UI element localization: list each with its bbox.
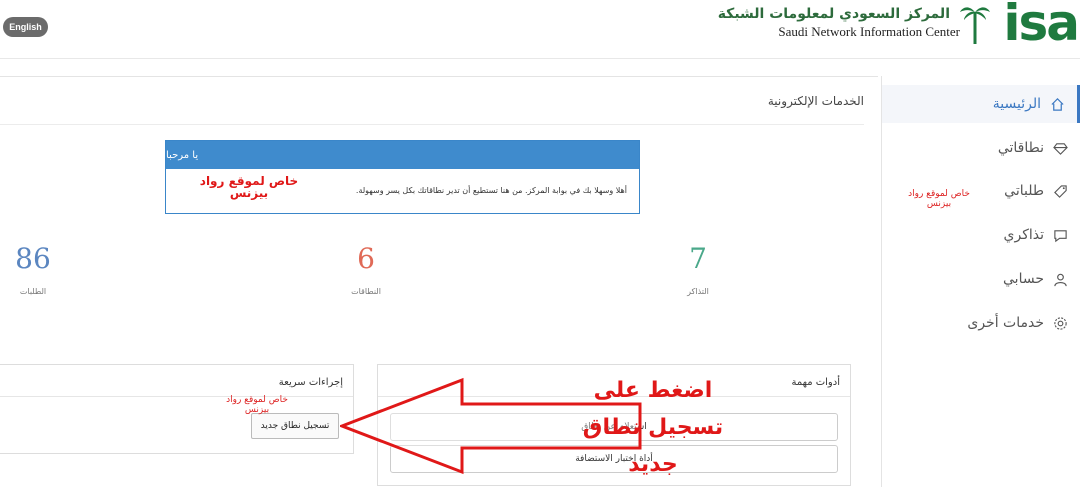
stat-tickets[interactable]: 7 التذاكر [658,242,738,296]
welcome-box: يا مرحبا أهلا وسهلا بك في بوابة المركز. … [165,140,640,214]
stat-requests[interactable]: 86 الطلبات [0,242,73,296]
welcome-message: أهلا وسهلا بك في بوابة المركز. من هنا تس… [355,186,627,195]
language-button[interactable]: English [3,17,48,37]
card-divider [0,396,353,397]
stat-label: الطلبات [19,287,47,296]
stat-domains[interactable]: 6 النطاقات [326,242,406,296]
logo-arabic-text: المركز السعودي لمعلومات الشبكة [717,6,950,22]
sidebar-item-label: خدمات أخرى [967,315,1044,331]
sidebar-item-label: تذاكري [1003,227,1044,243]
sidebar: الرئيسية نطاقاتي طلباتي تذاكري حسابي خدم… [881,76,1080,487]
callout-line: تسجيل نطاق [582,415,724,440]
logo-english-text: Saudi Network Information Center [778,24,960,39]
top-bar: English المركز السعودي لمعلومات الشبكة S… [0,0,1080,59]
page-title: الخدمات الإلكترونية [767,94,864,108]
watermark-note: خاص لموقع رواد بيزنس [908,189,970,209]
annotation-callout: اضغط على تسجيل نطاق جديد [568,372,738,483]
palm-logo-icon [960,7,990,44]
user-icon [1052,271,1068,287]
sidebar-item-home[interactable]: الرئيسية [882,85,1080,123]
quick-actions-title: إجراءات سريعة [278,377,343,388]
sidebar-item-label: نطاقاتي [997,140,1044,156]
stat-label: النطاقات [351,287,381,296]
isa-logo-mark: isa [1003,0,1080,52]
stat-value: 7 [689,242,707,275]
sidebar-item-tickets[interactable]: تذاكري [882,216,1080,254]
stat-label: التذاكر [687,287,709,296]
chat-icon [1052,227,1068,243]
title-divider [0,124,864,125]
welcome-title: يا مرحبا [166,141,639,169]
tag-icon [1052,183,1068,199]
diamond-icon [1052,140,1068,156]
gear-icon [1052,315,1068,331]
sidebar-item-label: حسابي [1003,271,1044,287]
callout-line: جديد [628,452,678,477]
stat-value: 6 [357,242,375,275]
home-icon [1049,96,1065,112]
quick-actions-card: إجراءات سريعة تسجيل نطاق جديد خاص لموقع … [0,364,354,454]
tools-card-title: أدوات مهمة [791,377,840,388]
sidebar-item-label: الرئيسية [992,96,1041,112]
register-domain-button[interactable]: تسجيل نطاق جديد [251,413,339,439]
sidebar-item-other-services[interactable]: خدمات أخرى [882,304,1080,342]
callout-line: اضغط على [593,378,713,403]
watermark-note: خاص لموقع رواد بيزنس [199,174,299,200]
sidebar-item-account[interactable]: حسابي [882,260,1080,298]
stat-value: 86 [15,242,51,275]
sidebar-item-label: طلباتي [1004,183,1044,199]
sidebar-item-domains[interactable]: نطاقاتي [882,129,1080,167]
watermark-note: خاص لموقع رواد بيزنس [226,395,288,415]
